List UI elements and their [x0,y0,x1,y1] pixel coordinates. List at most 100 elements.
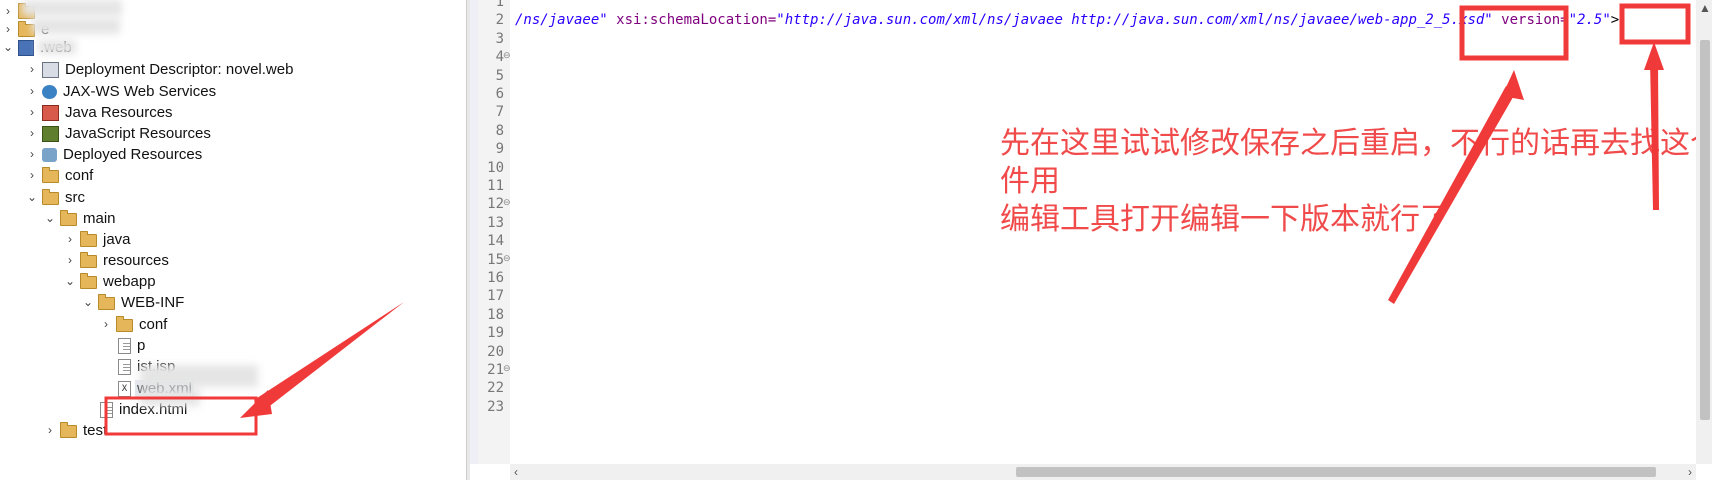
folder-icon [42,167,59,183]
vertical-scrollbar[interactable]: ▲ [1696,0,1712,464]
line-number: 14 [487,233,504,250]
folder-icon [60,210,77,226]
expand-chevron-icon[interactable]: › [26,105,38,119]
line-number: 21 [487,362,504,378]
collapse-chevron-icon[interactable]: ⌄ [64,274,76,288]
line-number: 16 [487,270,504,286]
collapse-chevron-icon[interactable]: ⌄ [26,190,38,204]
tree-item[interactable]: ⌄ WEB-INF [0,291,466,313]
version-attribute: version= [1492,12,1569,28]
tree-item[interactable]: ⌄ src [0,186,466,208]
expand-chevron-icon[interactable]: › [2,4,14,18]
horizontal-scrollbar[interactable]: ‹ › [510,464,1696,480]
web-services-icon [42,84,57,99]
annotation-line-1: 先在这里试试修改保存之后重启，不行的话再去找这个原文件用 [1000,126,1712,199]
expand-chevron-icon[interactable]: › [26,84,38,98]
folder-icon [60,422,77,438]
line-number: 9 [495,141,504,158]
version-value: "2.5" [1568,12,1611,28]
tree-item[interactable]: › java [0,228,466,250]
tree-item[interactable]: › JavaScript Resources [0,122,466,144]
line-number: 10 [487,159,504,176]
expand-chevron-icon[interactable]: › [64,232,76,246]
redaction-blur [140,388,200,406]
annotation-text: 先在这里试试修改保存之后重启，不行的话再去找这个原文件用 编辑工具打开编辑一下版… [1000,125,1712,239]
expand-chevron-icon[interactable]: › [2,22,14,36]
tree-item-label: JAX-WS Web Services [63,82,217,100]
tree-item-label: Java Resources [65,103,173,121]
expand-chevron-icon[interactable]: › [100,317,112,331]
folder-icon [116,316,133,332]
collapse-chevron-icon[interactable]: ⌄ [44,211,56,225]
fold-toggle-icon[interactable]: ⊖ [503,254,511,264]
tree-item[interactable]: p [0,334,466,356]
expand-chevron-icon[interactable]: › [44,423,56,437]
line-number: 2 [495,12,504,29]
expand-chevron-icon[interactable]: › [26,147,38,161]
horizontal-scroll-thumb[interactable] [1016,467,1656,477]
line-number: 12 [487,196,504,213]
tree-item[interactable]: › conf [0,313,466,335]
attribute-name: xsi:schemaLocation= [607,12,777,28]
collapse-chevron-icon[interactable]: ⌄ [82,295,94,309]
tree-item-label: Deployed Resources [63,145,203,163]
folder-icon [80,252,97,268]
tree-item-label: conf [65,166,94,184]
line-number: 5 [495,67,504,84]
scroll-left-icon[interactable]: ‹ [514,464,518,480]
expand-chevron-icon[interactable]: › [26,126,38,140]
line-number: 4 [495,49,504,66]
fold-toggle-icon[interactable]: ⊖ [503,198,511,208]
tree-item-label: p [137,336,146,354]
expand-chevron-icon[interactable]: › [26,168,38,182]
scroll-right-icon[interactable]: › [1688,464,1692,480]
tree-item[interactable]: index.html [0,398,466,420]
scroll-up-icon[interactable]: ▲ [1699,0,1711,16]
line-number: 23 [487,398,504,415]
tree-item[interactable]: › Java Resources [0,101,466,123]
vertical-scroll-thumb[interactable] [1700,40,1710,420]
tree-item[interactable]: › test [0,419,466,441]
tree-item[interactable]: › conf [0,164,466,186]
fold-toggle-icon[interactable]: ⊖ [503,51,511,61]
tree-item-label: resources [103,251,169,269]
collapse-chevron-icon[interactable]: ⌄ [2,40,14,54]
expand-chevron-icon[interactable]: › [26,62,38,76]
project-explorer: ››e⌄.web›Deployment Descriptor: novel.we… [0,0,466,480]
redaction-blur [140,365,258,387]
annotation-line-2: 编辑工具打开编辑一下版本就行了 [1000,202,1450,237]
line-number: 13 [487,214,504,231]
redaction-blur [38,40,76,54]
tree-item[interactable]: › JAX-WS Web Services [0,80,466,102]
tree-item-label: java [103,230,131,248]
file-icon [118,337,131,354]
line-number: 6 [495,86,504,102]
deployed-resources-icon [42,147,57,162]
overview-ruler [470,0,478,464]
code-line-2[interactable]: /ns/javaee" xsi:schemaLocation="http://j… [515,10,1619,30]
fold-toggle-icon[interactable]: ⊖ [503,364,511,374]
line-number: 20 [487,343,504,360]
line-number: 7 [495,104,504,121]
redaction-blur [22,0,122,16]
expand-chevron-icon[interactable]: › [64,253,76,267]
tree-item-label: conf [139,315,168,333]
tree-item[interactable]: › Deployed Resources [0,143,466,165]
tree-item-label: JavaScript Resources [65,124,211,142]
tree-item-label: test [83,421,108,439]
javascript-resources-icon [42,125,59,142]
tree-item[interactable]: › Deployment Descriptor: novel.web [0,58,466,80]
xml-editor[interactable]: 1 2 3 4 ⊖ 5 6 7 8 9 10 11 12 ⊖ 13 14 15 ⊖ 16 17 18 19 20 21 ⊖ 22 2… [470,0,1712,480]
string-value: /ns/javaee" [515,12,608,28]
tree-item-label: src [65,188,85,206]
redaction-blur [32,18,120,34]
tree-item[interactable]: ⌄ main [0,207,466,229]
line-number: 18 [487,306,504,323]
tree-item[interactable]: ⌄ webapp [0,270,466,292]
folder-icon [98,294,115,310]
tree-item-label: main [83,209,116,227]
tag-close: > [1610,12,1620,28]
line-number: 3 [495,30,504,47]
tree-item[interactable]: › resources [0,249,466,271]
file-icon [100,401,113,418]
